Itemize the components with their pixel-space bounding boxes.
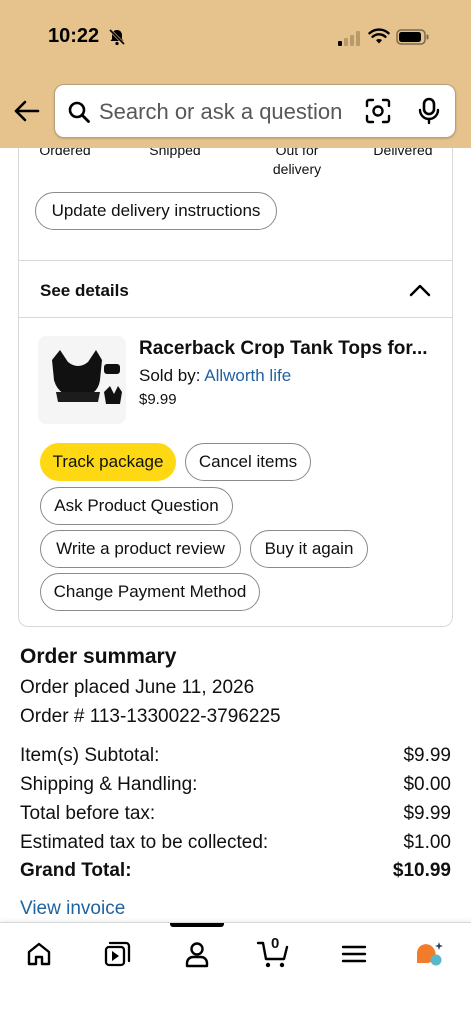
video-icon[interactable] [102,939,132,969]
total-before-tax-value: $9.99 [403,803,451,824]
search-input[interactable]: Search or ask a question [54,84,456,138]
home-icon[interactable] [24,939,54,969]
change-payment-method-button[interactable]: Change Payment Method [40,573,260,611]
total-before-tax-label: Total before tax: [20,803,156,824]
order-number: Order # 113-1330022-3796225 [20,706,281,727]
bell-off-icon [108,28,126,46]
divider [18,317,453,318]
product-image[interactable] [38,336,126,424]
see-details-toggle[interactable]: See details [40,281,129,301]
back-arrow-icon[interactable] [10,96,44,126]
status-time: 10:22 [48,25,100,47]
shipping-label: Shipping & Handling: [20,774,198,795]
estimated-tax-value: $1.00 [403,832,451,853]
estimated-tax-label: Estimated tax to be collected: [20,832,269,853]
assistant-icon[interactable] [414,939,444,969]
view-invoice-link[interactable]: View invoice [20,898,125,920]
cart-button[interactable]: 0 [256,935,292,971]
cancel-items-button[interactable]: Cancel items [185,443,311,481]
wifi-icon [368,28,390,44]
chevron-up-icon[interactable] [408,280,432,300]
microphone-icon[interactable] [417,97,441,125]
account-icon[interactable] [182,939,212,969]
product-price: $9.99 [139,391,177,408]
order-summary-title: Order summary [20,645,177,668]
write-review-button[interactable]: Write a product review [40,530,241,568]
order-placed-date: Order placed June 11, 2026 [20,677,255,698]
search-icon [68,101,90,123]
divider [18,260,453,261]
camera-scan-icon[interactable] [365,98,391,124]
sold-by: Sold by: Allworth life [139,366,291,386]
crop-tank-top-image [52,350,122,404]
signal-icon [338,31,360,46]
cart-count: 0 [271,935,280,952]
nav-active-indicator [170,923,224,927]
app-header: 10:22 Search or ask a question [0,0,471,148]
update-delivery-instructions-button[interactable]: Update delivery instructions [35,192,277,230]
subtotal-label: Item(s) Subtotal: [20,745,160,766]
product-title[interactable]: Racerback Crop Tank Tops for... [139,338,428,360]
ask-product-question-button[interactable]: Ask Product Question [40,487,233,525]
battery-icon [396,29,429,45]
grand-total-label: Grand Total: [20,860,132,881]
bottom-nav: 0 [0,922,471,1024]
grand-total-value: $10.99 [392,860,451,881]
sold-by-label: Sold by: [139,366,201,385]
header-bottom-edge [0,140,471,148]
seller-link[interactable]: Allworth life [204,366,291,385]
subtotal-value: $9.99 [403,745,451,766]
search-placeholder: Search or ask a question [99,99,343,124]
menu-icon[interactable] [339,939,369,969]
buy-again-button[interactable]: Buy it again [250,530,368,568]
shipping-value: $0.00 [403,774,451,795]
track-package-button[interactable]: Track package [40,443,176,481]
